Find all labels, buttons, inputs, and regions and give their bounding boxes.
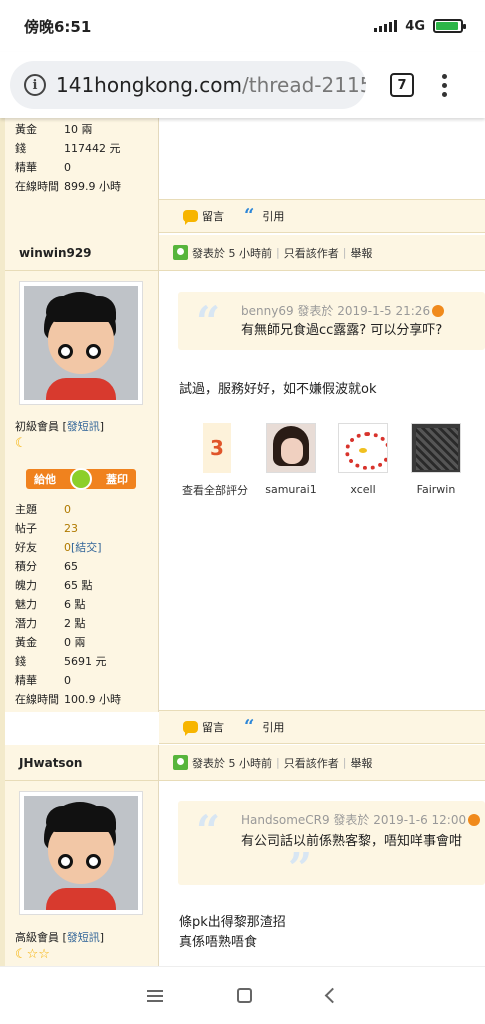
- posted-time: 發表於 5 小時前: [192, 756, 272, 770]
- quote-text: 有無師兄食過cc露露? 可以分享吓?: [241, 323, 443, 338]
- browser-toolbar: i 141hongkong.com/thread-21153 7: [0, 52, 485, 118]
- moon-icon: ☾: [15, 436, 27, 451]
- user-rank: 高級會員 [發短訊]: [15, 931, 105, 944]
- avatar[interactable]: [19, 791, 143, 915]
- report-link[interactable]: 舉報: [350, 245, 372, 261]
- url-host: 141hongkong.com: [56, 73, 243, 97]
- tab-switcher-button[interactable]: 7: [390, 73, 414, 97]
- menu-icon[interactable]: [147, 989, 164, 1002]
- rank-icons: ☾☆☆: [15, 947, 50, 962]
- stat-value: 899.9 小時: [64, 180, 121, 193]
- rater-avatar[interactable]: [411, 423, 461, 473]
- quote-block: “ benny69 發表於 2019-1-5 21:26 有無師兄食過cc露露?…: [178, 292, 485, 350]
- quote-author[interactable]: HandsomeCR9 發表於 2019-1-6 12:00: [241, 813, 466, 827]
- url-path: /thread-21153: [242, 73, 366, 97]
- username[interactable]: JHwatson: [5, 744, 159, 781]
- stat-key: 黃金: [15, 123, 37, 136]
- stat-key: 錢: [15, 142, 26, 155]
- view-all-ratings-link[interactable]: 查看全部評分: [182, 482, 248, 498]
- quote-icon[interactable]: “: [244, 718, 254, 736]
- home-icon[interactable]: [237, 988, 253, 1003]
- rater-avatar[interactable]: [338, 423, 388, 473]
- jump-to-post-icon[interactable]: [432, 305, 445, 317]
- quote-close-icon: ”: [288, 844, 313, 893]
- add-friend-link[interactable]: 結交: [75, 541, 97, 554]
- rater-avatar[interactable]: [266, 423, 316, 473]
- rater[interactable]: Fairwin: [396, 423, 476, 496]
- comment-link[interactable]: 留言: [202, 719, 224, 735]
- comment-link[interactable]: 留言: [202, 208, 224, 224]
- stat-key: 在線時間: [15, 180, 59, 193]
- comment-icon[interactable]: [183, 721, 198, 736]
- only-author-link[interactable]: 只看該作者: [284, 755, 339, 771]
- post-action-bar: 留言 “ 引用: [159, 710, 485, 744]
- rater[interactable]: samurai1: [251, 423, 331, 496]
- info-icon[interactable]: i: [24, 74, 46, 96]
- status-time: 傍晚6:51: [24, 17, 92, 36]
- prev-user-sidebar: 黃金 10 兩 錢 117442 元 精華 0 在線時間 899.9 小時: [5, 118, 159, 235]
- post-header: winwin929 發表於 5 小時前 | 只看該作者 | 舉報: [5, 234, 485, 271]
- posted-time: 發表於 5 小時前: [192, 246, 272, 260]
- rating-count: 3: [203, 423, 231, 473]
- stat-value: 117442 元: [64, 142, 121, 155]
- quote-icon[interactable]: “: [244, 207, 254, 225]
- user-rank: 初級會員 [發短訊]: [15, 420, 105, 433]
- posted-icon: [173, 755, 188, 770]
- system-nav-bar: [0, 966, 485, 1024]
- quote-text: 有公司話以前係熟客黎，唔知咩事會咁: [241, 834, 463, 849]
- avatar[interactable]: [19, 281, 143, 405]
- username[interactable]: winwin929: [5, 234, 159, 271]
- quote-author[interactable]: benny69 發表於 2019-1-5 21:26: [241, 304, 430, 318]
- post-action-bar: 留言 “ 引用: [159, 199, 485, 233]
- post-header: JHwatson 發表於 5 小時前 | 只看該作者 | 舉報: [5, 744, 485, 781]
- back-icon[interactable]: [324, 987, 341, 1004]
- user-stats: 主題 0 帖子 23 好友 0[結交] 積分 65 魄力 65 點 魅力 6 點 潛力 2 點…: [15, 503, 121, 706]
- status-icons: 4G: [374, 18, 466, 34]
- only-author-link[interactable]: 只看該作者: [284, 245, 339, 261]
- overflow-menu-icon[interactable]: [442, 73, 447, 97]
- posted-icon: [173, 245, 188, 260]
- status-bar: 傍晚6:51 4G: [0, 0, 485, 52]
- battery-icon: [433, 19, 466, 33]
- stat-key: 精華: [15, 161, 37, 174]
- stamp-ball-icon: [70, 468, 92, 490]
- quote-link[interactable]: 引用: [262, 719, 284, 735]
- signal-icon: [374, 20, 398, 32]
- report-link[interactable]: 舉報: [350, 755, 372, 771]
- stat-value: 0: [64, 161, 71, 174]
- rater[interactable]: xcell: [323, 423, 403, 496]
- send-message-link[interactable]: 發短訊: [67, 420, 100, 433]
- stat-value: 10 兩: [64, 123, 93, 136]
- quote-open-icon: “: [196, 297, 221, 346]
- quote-link[interactable]: 引用: [262, 208, 284, 224]
- send-message-link[interactable]: 發短訊: [67, 931, 100, 944]
- forum-thread: 黃金 10 兩 錢 117442 元 精華 0 在線時間 899.9 小時 留言 “ 引…: [0, 118, 485, 966]
- network-type: 4G: [405, 18, 425, 34]
- jump-to-post-icon[interactable]: [468, 814, 481, 826]
- post-body: 條pk出得黎那渣招 真係唔熟唔食: [179, 915, 286, 950]
- quote-open-icon: “: [196, 806, 221, 855]
- comment-icon[interactable]: [183, 210, 198, 225]
- stamp-button[interactable]: 給他 蓋印: [26, 468, 136, 490]
- address-bar[interactable]: i 141hongkong.com/thread-21153: [10, 61, 366, 109]
- quote-block: “ HandsomeCR9 發表於 2019-1-6 12:00 有公司話以前係…: [178, 801, 485, 890]
- post-body: 試過，服務好好，如不嫌假波就ok: [179, 382, 377, 397]
